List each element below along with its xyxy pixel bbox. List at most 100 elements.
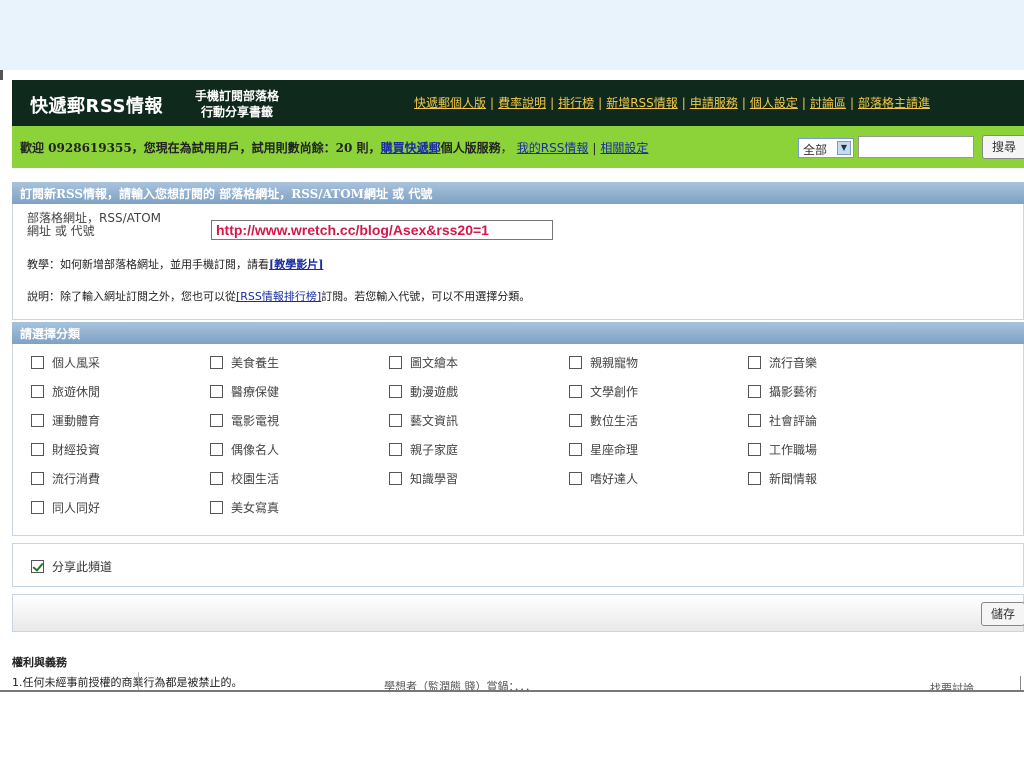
category-option[interactable]: 親親寵物 bbox=[569, 354, 638, 371]
save-bar: 儲存 bbox=[12, 594, 1024, 632]
category-checkbox[interactable] bbox=[389, 414, 402, 427]
category-option[interactable]: 圖文繪本 bbox=[389, 354, 458, 371]
category-filter-select[interactable]: 全部 ▼ bbox=[798, 138, 854, 158]
tutorial-video-link[interactable]: [教學影片] bbox=[269, 258, 323, 271]
subscribe-section-body: 部落格網址，RSS/ATOM 網址 或 代號 http://www.wretch… bbox=[12, 204, 1024, 320]
category-option[interactable]: 藝文資訊 bbox=[389, 412, 458, 429]
top-background-band bbox=[0, 0, 1024, 70]
category-option[interactable]: 攝影藝術 bbox=[748, 383, 817, 400]
category-label: 旅遊休閒 bbox=[52, 385, 101, 399]
category-option[interactable]: 運動體育 bbox=[31, 412, 100, 429]
category-option[interactable]: 校園生活 bbox=[210, 470, 279, 487]
category-checkbox[interactable] bbox=[569, 356, 582, 369]
browser-frame: 快遞郵RSS情報 手機訂閱部落格 行動分享書籤 快遞郵個人版 | 費率說明 | 排行榜 |… bbox=[0, 70, 1024, 692]
category-filter-value: 全部 bbox=[803, 143, 828, 157]
nav-add-rss[interactable]: 新增RSS情報 bbox=[606, 96, 678, 110]
category-checkbox[interactable] bbox=[31, 472, 44, 485]
rights-title: 權利與義務 bbox=[12, 656, 67, 669]
search-button[interactable]: 搜尋 bbox=[982, 135, 1024, 159]
category-checkbox[interactable] bbox=[748, 385, 761, 398]
nav-forum[interactable]: 討論區 bbox=[810, 96, 846, 110]
category-option[interactable]: 數位生活 bbox=[569, 412, 638, 429]
category-checkbox[interactable] bbox=[210, 472, 223, 485]
site-logo[interactable]: 快遞郵RSS情報 bbox=[30, 92, 163, 118]
nav-blogger-entry[interactable]: 部落格主請進 bbox=[858, 96, 930, 110]
rss-ranking-link[interactable]: [RSS情報排行榜] bbox=[236, 290, 321, 303]
nav-ranking[interactable]: 排行榜 bbox=[558, 96, 594, 110]
link-separator: | bbox=[592, 141, 597, 155]
category-checkbox[interactable] bbox=[210, 501, 223, 514]
category-section-body: 個人風采 美食養生 圖文繪本 親親寵物 流行音樂旅遊休閒 醫療保健 動漫遊戲 文學創作 攝影藝術… bbox=[12, 344, 1024, 536]
category-option[interactable]: 親子家庭 bbox=[389, 441, 458, 458]
category-checkbox[interactable] bbox=[569, 414, 582, 427]
related-settings-link[interactable]: 相關設定 bbox=[600, 141, 648, 155]
category-checkbox[interactable] bbox=[748, 414, 761, 427]
category-label: 社會評論 bbox=[769, 414, 818, 428]
category-label: 工作職場 bbox=[769, 443, 818, 457]
category-option[interactable]: 工作職場 bbox=[748, 441, 817, 458]
category-checkbox[interactable] bbox=[389, 443, 402, 456]
category-checkbox[interactable] bbox=[210, 385, 223, 398]
category-label: 電影電視 bbox=[231, 414, 280, 428]
category-checkbox[interactable] bbox=[569, 385, 582, 398]
url-label-line-2: 網址 或 代號 bbox=[27, 224, 95, 238]
buy-link[interactable]: 購買快遞郵 bbox=[381, 141, 441, 155]
category-checkbox[interactable] bbox=[31, 414, 44, 427]
category-option[interactable]: 新聞情報 bbox=[748, 470, 817, 487]
category-label: 個人風采 bbox=[52, 356, 101, 370]
category-label: 親親寵物 bbox=[590, 356, 639, 370]
category-checkbox[interactable] bbox=[31, 443, 44, 456]
category-checkbox[interactable] bbox=[748, 443, 761, 456]
category-option[interactable]: 流行消費 bbox=[31, 470, 100, 487]
url-input[interactable]: http://www.wretch.cc/blog/Asex&rss20=1 bbox=[211, 220, 553, 240]
chevron-down-icon: ▼ bbox=[837, 141, 851, 155]
nav-pricing[interactable]: 費率說明 bbox=[498, 96, 546, 110]
category-checkbox[interactable] bbox=[389, 385, 402, 398]
service-text: 個人版服務 bbox=[440, 141, 501, 155]
category-option[interactable]: 社會評論 bbox=[748, 412, 817, 429]
share-label: 分享此頻道 bbox=[52, 560, 113, 574]
category-option[interactable]: 電影電視 bbox=[210, 412, 279, 429]
category-option[interactable]: 財經投資 bbox=[31, 441, 100, 458]
category-checkbox[interactable] bbox=[210, 414, 223, 427]
nav-personal-edition[interactable]: 快遞郵個人版 bbox=[414, 96, 486, 110]
my-rss-link[interactable]: 我的RSS情報 bbox=[517, 141, 589, 155]
category-option[interactable]: 同人同好 bbox=[31, 499, 100, 516]
category-option[interactable]: 偶像名人 bbox=[210, 441, 279, 458]
category-checkbox[interactable] bbox=[210, 443, 223, 456]
category-checkbox[interactable] bbox=[389, 356, 402, 369]
nav-personal-settings[interactable]: 個人設定 bbox=[750, 96, 798, 110]
search-input[interactable] bbox=[858, 136, 974, 158]
category-option[interactable]: 知識學習 bbox=[389, 470, 458, 487]
category-option[interactable]: 醫療保健 bbox=[210, 383, 279, 400]
category-label: 圖文繪本 bbox=[410, 356, 459, 370]
category-option[interactable]: 動漫遊戲 bbox=[389, 383, 458, 400]
save-button[interactable]: 儲存 bbox=[981, 602, 1024, 626]
category-checkbox[interactable] bbox=[389, 472, 402, 485]
category-option[interactable]: 嗜好達人 bbox=[569, 470, 638, 487]
category-option[interactable]: 個人風采 bbox=[31, 354, 100, 371]
rights-section: 權利與義務 1.任何未經事前授權的商業行為都是被禁止的。 bbox=[12, 654, 243, 690]
category-option[interactable]: 美女寫真 bbox=[210, 499, 279, 516]
category-label: 攝影藝術 bbox=[769, 385, 818, 399]
category-checkbox[interactable] bbox=[569, 443, 582, 456]
category-checkbox[interactable] bbox=[569, 472, 582, 485]
share-channel-option[interactable]: 分享此頻道 bbox=[31, 558, 112, 575]
category-checkbox[interactable] bbox=[210, 356, 223, 369]
category-checkbox[interactable] bbox=[31, 385, 44, 398]
nav-apply-service[interactable]: 申請服務 bbox=[690, 96, 738, 110]
nav-separator: | bbox=[681, 96, 686, 110]
category-checkbox[interactable] bbox=[31, 501, 44, 514]
nav-separator: | bbox=[849, 96, 854, 110]
category-option[interactable]: 文學創作 bbox=[569, 383, 638, 400]
category-option[interactable]: 美食養生 bbox=[210, 354, 279, 371]
category-checkbox[interactable] bbox=[748, 472, 761, 485]
category-checkbox[interactable] bbox=[31, 356, 44, 369]
category-option[interactable]: 流行音樂 bbox=[748, 354, 817, 371]
category-option[interactable]: 旅遊休閒 bbox=[31, 383, 100, 400]
category-option[interactable]: 星座命理 bbox=[569, 441, 638, 458]
category-label: 偶像名人 bbox=[231, 443, 280, 457]
category-checkbox[interactable] bbox=[748, 356, 761, 369]
share-checkbox[interactable] bbox=[31, 560, 44, 573]
subscribe-section-header: 訂閱新RSS情報，請輸入您想訂閱的 部落格網址，RSS/ATOM網址 或 代號 bbox=[12, 182, 1024, 204]
